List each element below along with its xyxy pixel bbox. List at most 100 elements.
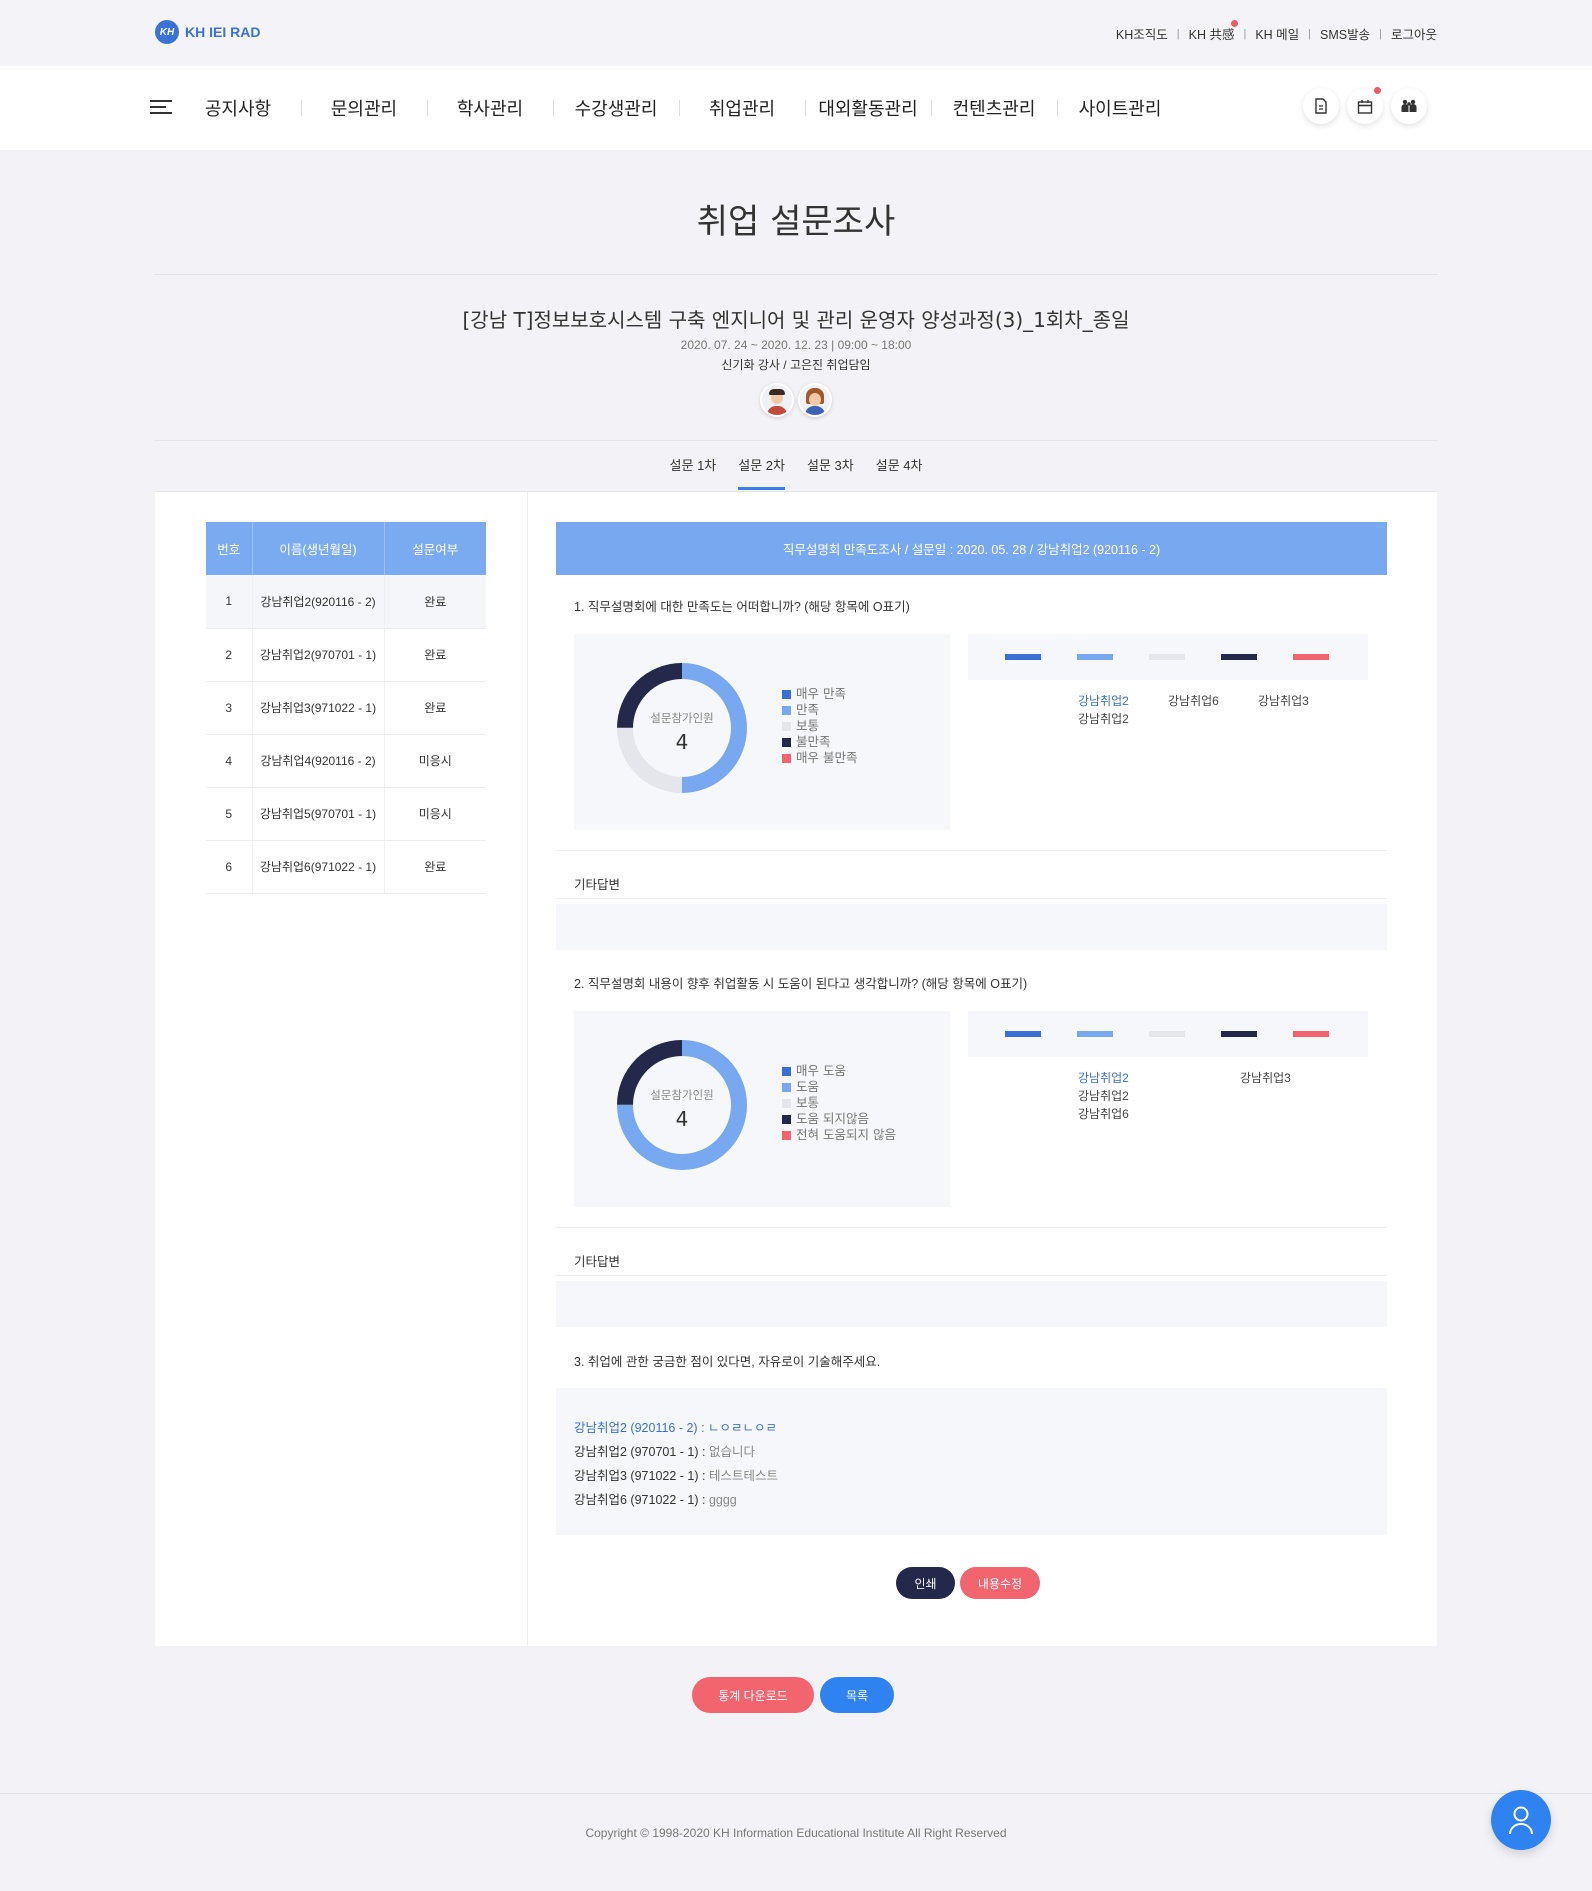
util-separator: | xyxy=(1379,27,1382,40)
answer-respondent: 강남취업3 (971022 - 1) : xyxy=(574,1469,706,1483)
q1-participants-label: 설문참가인원 xyxy=(650,711,714,725)
survey-tabs: 설문 1차 설문 2차 설문 3차 설문 4차 xyxy=(0,442,1592,490)
row-name: 강남취업6(971022 - 1) xyxy=(251,840,384,894)
calendar-icon[interactable] xyxy=(1347,87,1383,124)
q2-names-helpful: 강남취업2 강남취업2 강남취업6 xyxy=(1078,1069,1129,1123)
main-navigation: 공지사항 문의관리 학사관리 수강생관리 취업관리 대외활동관리 컨텐츠관리 사… xyxy=(0,66,1592,150)
col-header-name: 이름(생년월일) xyxy=(251,522,384,575)
answer-line: 강남취업2 (920116 - 2) : ㄴㅇㄹㄴㅇㄹ xyxy=(574,1416,1369,1440)
answer-text: 없습니다 xyxy=(705,1445,755,1459)
col-header-status: 설문여부 xyxy=(383,522,486,575)
hamburger-menu-icon[interactable] xyxy=(150,100,172,118)
logo[interactable]: KH KH IEI RAD xyxy=(155,20,260,44)
table-row[interactable]: 3 강남취업3(971022 - 1) 완료 xyxy=(206,681,486,735)
q1-color-key xyxy=(968,634,1368,680)
respondent-name: 강남취업3 xyxy=(1240,1071,1291,1085)
nav-item-external-activities[interactable]: 대외활동관리 xyxy=(805,95,931,121)
avatar-manager xyxy=(798,383,832,417)
q1-donut-box: 설문참가인원 4 매우 만족 만족 보통 불만족 매우 불만족 xyxy=(574,634,950,830)
legend-item: 보통 xyxy=(782,1095,896,1111)
util-separator: | xyxy=(1243,27,1247,40)
user-profile-fab[interactable] xyxy=(1491,1790,1551,1850)
survey-header: 직무설명회 만족도조사 / 설문일 : 2020. 05. 28 / 강남취업2… xyxy=(556,522,1387,575)
row-status: 완료 xyxy=(383,681,486,735)
divider xyxy=(556,1227,1387,1228)
table-row[interactable]: 2 강남취업2(970701 - 1) 완료 xyxy=(206,628,486,682)
legend-item: 도움 xyxy=(782,1079,896,1095)
tab-survey-2[interactable]: 설문 2차 xyxy=(738,442,785,490)
divider xyxy=(556,1275,1387,1276)
util-link-gonggam[interactable]: KH 共感 xyxy=(1189,20,1239,43)
course-title: [강남 T]정보보호시스템 구축 엔지니어 및 관리 운영자 양성과정(3)_1… xyxy=(462,308,1130,332)
course-teachers: 신기화 강사 / 고은진 취업담임 xyxy=(721,358,871,372)
list-button[interactable]: 목록 xyxy=(820,1677,894,1713)
row-number: 2 xyxy=(206,628,252,682)
answer-line: 강남취업6 (971022 - 1) : gggg xyxy=(574,1488,1369,1512)
nav-item-inquiry[interactable]: 문의관리 xyxy=(301,95,427,121)
survey-panel: 번호 이름(생년월일) 설문여부 1 강남취업2(920116 - 2) 완료 2강… xyxy=(155,491,1437,1647)
q2-color-key xyxy=(968,1011,1368,1057)
print-button[interactable]: 인쇄 xyxy=(896,1567,955,1599)
q2-etc-label: 기타답변 xyxy=(574,1255,621,1269)
nav-item-employment[interactable]: 취업관리 xyxy=(679,95,805,121)
divider xyxy=(556,850,1387,851)
respondent-name: 강남취업2 xyxy=(1078,694,1129,708)
table-row[interactable]: 6 강남취업6(971022 - 1) 완료 xyxy=(206,840,486,894)
legend-item: 매우 도움 xyxy=(782,1063,896,1079)
util-link-logout[interactable]: 로그아웃 xyxy=(1391,24,1437,43)
stats-download-button[interactable]: 통계 다운로드 xyxy=(692,1677,814,1713)
q2-legend: 매우 도움 도움 보통 도움 되지않음 전혀 도움되지 않음 xyxy=(782,1063,896,1143)
document-icon[interactable] xyxy=(1303,88,1339,124)
nav-item-contents[interactable]: 컨텐츠관리 xyxy=(931,95,1057,121)
answer-respondent: 강남취업6 (971022 - 1) : xyxy=(574,1493,706,1507)
legend-item: 매우 불만족 xyxy=(782,750,857,766)
row-name: 강남취업5(970701 - 1) xyxy=(251,787,384,841)
row-number: 5 xyxy=(206,787,252,841)
answer-text: gggg xyxy=(705,1493,737,1507)
util-link-mail[interactable]: KH 메일 xyxy=(1255,24,1299,43)
tab-survey-4[interactable]: 설문 4차 xyxy=(876,442,923,490)
q1-names-satisfied: 강남취업2 강남취업2 xyxy=(1078,692,1129,728)
nav-item-notice[interactable]: 공지사항 xyxy=(175,95,301,121)
legend-item: 보통 xyxy=(782,718,857,734)
question-2: 2. 직무설명회 내용이 향후 취업활동 시 도움이 된다고 생각합니까? (해… xyxy=(574,977,1028,991)
q2-participants-label: 설문참가인원 xyxy=(650,1088,714,1102)
row-status: 미응시 xyxy=(383,734,486,788)
nav-item-site[interactable]: 사이트관리 xyxy=(1057,95,1183,121)
q2-etc-answer-box xyxy=(556,1281,1387,1327)
user-icon xyxy=(1509,1806,1533,1835)
legend-item: 매우 만족 xyxy=(782,686,857,702)
notification-dot xyxy=(1374,87,1381,94)
util-link-sms[interactable]: SMS발송 xyxy=(1320,24,1370,43)
legend-item: 도움 되지않음 xyxy=(782,1111,896,1127)
people-icon[interactable] xyxy=(1391,88,1427,124)
table-row[interactable]: 5 강남취업5(970701 - 1) 미응시 xyxy=(206,787,486,841)
table-row[interactable]: 4 강남취업4(920116 - 2) 미응시 xyxy=(206,734,486,788)
row-name: 강남취업4(920116 - 2) xyxy=(251,734,384,788)
nav-icon-buttons xyxy=(1303,87,1427,124)
utility-links: KH조직도 | KH 共感 | KH 메일 | SMS발송 | 로그아웃 xyxy=(1116,20,1437,43)
row-number: 4 xyxy=(206,734,252,788)
table-row[interactable]: 1 강남취업2(920116 - 2) 완료 xyxy=(206,575,486,629)
row-number: 1 xyxy=(206,575,252,629)
util-link-org-chart[interactable]: KH조직도 xyxy=(1116,24,1168,43)
edit-content-button[interactable]: 내용수정 xyxy=(960,1567,1040,1599)
nav-item-academic[interactable]: 학사관리 xyxy=(427,95,553,121)
tab-survey-1[interactable]: 설문 1차 xyxy=(670,442,717,490)
avatar-instructor xyxy=(760,383,794,417)
util-separator: | xyxy=(1308,27,1312,40)
tab-survey-3[interactable]: 설문 3차 xyxy=(807,442,854,490)
q1-names-dissatisfied: 강남취업3 xyxy=(1258,692,1309,710)
top-utility-bar: KH KH IEI RAD KH조직도 | KH 共感 | KH 메일 | SM… xyxy=(0,0,1592,66)
footer-divider xyxy=(0,1793,1592,1794)
q1-donut-chart xyxy=(617,663,747,793)
course-dates: 2020. 07. 24 ~ 2020. 12. 23 | 09:00 ~ 18… xyxy=(680,338,912,352)
nav-item-students[interactable]: 수강생관리 xyxy=(553,95,679,121)
survey-detail: 직무설명회 만족도조사 / 설문일 : 2020. 05. 28 / 강남취업2… xyxy=(556,522,1387,1599)
row-name: 강남취업3(971022 - 1) xyxy=(251,681,384,735)
answer-line: 강남취업3 (971022 - 1) : 테스트테스트 xyxy=(574,1464,1369,1488)
row-status: 미응시 xyxy=(383,787,486,841)
respondent-name: 강남취업2 xyxy=(1078,1089,1129,1103)
answer-line: 강남취업2 (970701 - 1) : 없습니다 xyxy=(574,1440,1369,1464)
q2-participants-count: 4 xyxy=(675,1107,689,1131)
